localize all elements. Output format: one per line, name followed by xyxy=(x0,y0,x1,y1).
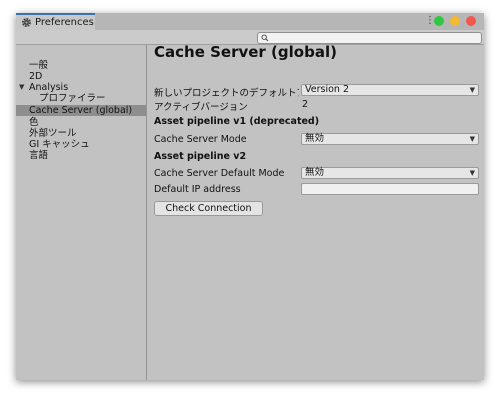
tab-title: Preferences xyxy=(35,17,94,28)
chevron-down-icon: ▼ xyxy=(469,86,475,94)
sidebar-item-gi-cache[interactable]: GI キャッシュ xyxy=(16,139,146,150)
section-heading-v2: Asset pipeline v2 xyxy=(154,151,247,162)
default-mode-dropdown[interactable]: 無効 ▼ xyxy=(301,167,479,179)
minimize-button[interactable] xyxy=(450,16,460,26)
sidebar-item-label: プロファイラー xyxy=(39,93,106,104)
sidebar-item-external-tools[interactable]: 外部ツール xyxy=(16,128,146,139)
sidebar-item-label: 言語 xyxy=(29,150,49,161)
sidebar-item-label: 一般 xyxy=(29,60,49,71)
ip-address-field[interactable] xyxy=(301,183,479,195)
active-version-label: アクティブバージョン xyxy=(154,102,248,113)
default-version-label: 新しいプロジェクトのデフォルトアセット xyxy=(154,88,299,99)
sidebar-item-general[interactable]: 一般 xyxy=(16,60,146,71)
close-button[interactable] xyxy=(466,16,476,26)
zoom-button[interactable] xyxy=(434,16,444,26)
chevron-down-icon: ▼ xyxy=(469,135,475,143)
sidebar-item-2d[interactable]: 2D xyxy=(16,71,146,82)
expand-triangle-icon[interactable]: ▼ xyxy=(19,82,24,93)
content-panel: Cache Server (global) 新しいプロジェクトのデフォルトアセッ… xyxy=(147,43,484,380)
sidebar-item-language[interactable]: 言語 xyxy=(16,150,146,161)
search-icon xyxy=(261,34,269,42)
sidebar: 一般 2D ▼ Analysis プロファイラー Cache Server (g… xyxy=(16,45,147,380)
chevron-down-icon: ▼ xyxy=(469,169,475,177)
dropdown-value: 無効 xyxy=(305,167,325,178)
ip-address-label: Default IP address xyxy=(154,184,241,195)
active-version-value: 2 xyxy=(302,99,309,110)
cache-mode-label: Cache Server Mode xyxy=(154,134,247,145)
sidebar-item-label: 色 xyxy=(29,117,39,128)
dropdown-value: Version 2 xyxy=(305,84,349,95)
sidebar-item-colors[interactable]: 色 xyxy=(16,117,146,128)
sidebar-item-label: 外部ツール xyxy=(29,128,77,139)
tab-preferences[interactable]: Preferences xyxy=(16,13,95,30)
title-bar: Preferences ⋮ xyxy=(16,13,484,31)
dropdown-value: 無効 xyxy=(305,133,325,144)
sidebar-item-label: Cache Server (global) xyxy=(29,105,133,116)
default-mode-label: Cache Server Default Mode xyxy=(154,168,285,179)
preferences-window: Preferences ⋮ 一般 2D ▼ Analysis プロファイラー C… xyxy=(16,13,484,380)
gear-icon xyxy=(22,18,31,27)
check-connection-button[interactable]: Check Connection xyxy=(154,201,263,216)
section-heading-v1: Asset pipeline v1 (deprecated) xyxy=(154,116,320,127)
cache-mode-dropdown[interactable]: 無効 ▼ xyxy=(301,133,479,145)
sidebar-item-cache-server[interactable]: Cache Server (global) xyxy=(16,105,146,116)
sidebar-item-analysis[interactable]: ▼ Analysis xyxy=(16,82,146,93)
sidebar-item-label: GI キャッシュ xyxy=(29,139,90,150)
default-version-dropdown[interactable]: Version 2 ▼ xyxy=(301,84,479,96)
page-title: Cache Server (global) xyxy=(154,43,337,61)
sidebar-item-label: Analysis xyxy=(29,82,69,93)
sidebar-item-profiler[interactable]: プロファイラー xyxy=(16,93,146,104)
sidebar-item-label: 2D xyxy=(29,71,43,82)
